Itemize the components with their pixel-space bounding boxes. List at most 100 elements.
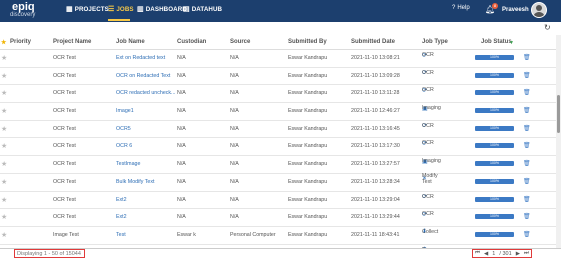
status-progress-text: 100% — [490, 196, 499, 201]
status-progress-text: 100% — [490, 90, 499, 95]
submitted-by-cell: Eswar Kandrapu — [288, 108, 328, 115]
displaying-count: Displaying 1 - 50 of 15044 — [14, 249, 85, 258]
custodian-cell: N/A — [177, 55, 186, 61]
job-type-label: OCR — [422, 69, 434, 76]
source-cell: N/A — [230, 196, 239, 203]
col-priority[interactable]: Priority — [10, 39, 31, 45]
table-row[interactable]: ★ OCR Test OCR5 N/A N/A Eswar Kandrapu 2… — [0, 121, 556, 139]
star-icon[interactable]: ★ — [1, 231, 7, 239]
help-button[interactable]: ? Help — [452, 5, 470, 11]
custodian-cell: N/A — [177, 214, 186, 221]
delete-icon[interactable]: 🗑︎ — [523, 89, 531, 96]
delete-icon[interactable]: 🗑︎ — [523, 107, 531, 114]
priority-star-icon[interactable]: ★ — [1, 39, 6, 46]
delete-icon[interactable]: 🗑︎ — [523, 142, 531, 149]
status-progress-bar: 100% — [475, 90, 514, 96]
job-name-link[interactable]: TestImage — [116, 161, 140, 167]
nav-datahub-label: DATAHUB — [191, 5, 223, 13]
job-name-link[interactable]: Bulk Modify Text — [116, 179, 154, 185]
first-page-icon[interactable]: ⏮ — [475, 250, 480, 257]
custodian-cell: N/A — [177, 72, 186, 79]
status-progress-text: 100% — [490, 161, 499, 166]
col-job-type[interactable]: Job Type — [422, 39, 448, 45]
table-row[interactable]: ★ OCR Test Ext2 N/A N/A Eswar Kandrapu 2… — [0, 192, 556, 210]
submitted-date-cell: 2021-11-10 13:28:34 — [351, 178, 400, 185]
status-progress-bar: 100% — [475, 72, 514, 78]
job-name-link[interactable]: Ext2 — [116, 214, 127, 220]
star-icon[interactable]: ★ — [1, 107, 7, 115]
avatar[interactable] — [531, 2, 547, 18]
star-icon[interactable]: ★ — [1, 89, 7, 97]
nav-dashboard[interactable]: ▥ DASHBOARD — [137, 5, 187, 14]
status-progress-bar: 100% — [475, 214, 514, 220]
job-name-link[interactable]: Ext2 — [116, 197, 127, 203]
source-cell: N/A — [230, 178, 239, 185]
avatar-body — [533, 12, 545, 17]
delete-icon[interactable]: 🗑︎ — [523, 178, 531, 185]
col-job-name[interactable]: Job Name — [116, 39, 145, 45]
table-row[interactable]: ★ OCR Test OCR redacted uncheck... N/A N… — [0, 85, 556, 104]
status-progress-text: 100% — [490, 178, 499, 183]
table-row[interactable]: ★ OCR Test Ext2 N/A N/A Eswar Kandrapu 2… — [0, 209, 556, 227]
job-type-label: Modify Text — [422, 172, 438, 185]
scrollbar-track[interactable] — [556, 35, 561, 248]
star-icon[interactable]: ★ — [1, 213, 7, 221]
delete-icon[interactable]: 🗑︎ — [523, 54, 531, 61]
source-cell: Personal Computer — [230, 231, 276, 238]
star-icon[interactable]: ★ — [1, 125, 7, 133]
submitted-date-cell: 2021-11-10 13:29:44 — [351, 214, 400, 221]
job-name-link[interactable]: OCR5 — [116, 126, 131, 132]
job-name-link[interactable]: OCR on Redacted Text — [116, 73, 170, 79]
table-row[interactable]: ★ OCR Test Ext on Redacted text N/A N/A … — [0, 50, 556, 68]
custodian-cell: N/A — [177, 125, 186, 132]
dashboard-icon: ▥ — [137, 6, 144, 13]
job-type-label: Imaging — [422, 105, 441, 112]
delete-icon[interactable]: 🗑︎ — [523, 72, 531, 79]
epiq-logo[interactable]: epiq discovery — [10, 1, 52, 21]
job-name-link[interactable]: Test — [116, 232, 126, 238]
job-name-link[interactable]: OCR redacted uncheck... — [116, 90, 175, 96]
source-cell: N/A — [230, 90, 239, 97]
table-row[interactable]: ★ OCR Test TestImage N/A N/A Eswar Kandr… — [0, 156, 556, 174]
next-page-icon[interactable]: ▶ — [516, 251, 520, 257]
star-icon[interactable]: ★ — [1, 72, 7, 80]
nav-jobs[interactable]: ☰ JOBS — [108, 5, 134, 14]
delete-icon[interactable]: 🗑︎ — [523, 196, 531, 203]
star-icon[interactable]: ★ — [1, 160, 7, 168]
col-source[interactable]: Source — [230, 39, 250, 45]
nav-projects[interactable]: ▦ PROJECTS — [66, 5, 109, 14]
table-row[interactable]: ★ OCR Test OCR 6 N/A N/A Eswar Kandrapu … — [0, 138, 556, 157]
job-name-link[interactable]: OCR 6 — [116, 143, 132, 149]
table-row[interactable]: ★ OCR Test OCR on Redacted Text N/A N/A … — [0, 68, 556, 86]
refresh-icon[interactable]: ↻ — [544, 23, 551, 32]
prev-page-icon[interactable]: ◀ — [484, 251, 488, 257]
star-icon[interactable]: ★ — [1, 142, 7, 150]
col-submitted-by[interactable]: Submitted By — [288, 39, 327, 45]
submitted-date-cell: 2021-11-10 13:29:04 — [351, 196, 400, 203]
delete-icon[interactable]: 🗑︎ — [523, 125, 531, 132]
delete-icon[interactable]: 🗑︎ — [523, 213, 531, 220]
delete-icon[interactable]: 🗑︎ — [523, 160, 531, 167]
col-project-name[interactable]: Project Name — [53, 39, 91, 45]
delete-icon[interactable]: 🗑︎ — [523, 231, 531, 238]
nav-datahub[interactable]: ▤ DATAHUB — [183, 5, 223, 14]
col-job-status[interactable]: Job Status — [481, 39, 512, 45]
page-number-input[interactable]: 1 — [492, 251, 495, 257]
job-name-link[interactable]: Image1 — [116, 108, 134, 114]
user-name[interactable]: Praveesh — [502, 7, 529, 13]
table-row[interactable]: ★ Image Test Test Eswar k Personal Compu… — [0, 227, 556, 245]
star-icon[interactable]: ★ — [1, 178, 7, 186]
col-custodian[interactable]: Custodian — [177, 39, 206, 45]
job-name-link[interactable]: Ext on Redacted text — [116, 55, 165, 61]
submitted-by-cell: Eswar Kandrapu — [288, 161, 328, 168]
submitted-date-cell: 2021-11-10 12:46:27 — [351, 108, 400, 115]
col-submitted-date[interactable]: Submitted Date — [351, 39, 395, 45]
status-progress-text: 100% — [490, 72, 499, 77]
sort-desc-icon[interactable]: ▼ — [509, 40, 514, 46]
table-row[interactable]: ★ OCR Test Bulk Modify Text N/A N/A Eswa… — [0, 172, 556, 192]
table-row[interactable]: ★ OCR Test Image1 N/A N/A Eswar Kandrapu… — [0, 103, 556, 121]
star-icon[interactable]: ★ — [1, 196, 7, 204]
last-page-icon[interactable]: ⏭ — [524, 250, 529, 257]
star-icon[interactable]: ★ — [1, 54, 7, 62]
scrollbar-thumb[interactable] — [557, 95, 560, 133]
